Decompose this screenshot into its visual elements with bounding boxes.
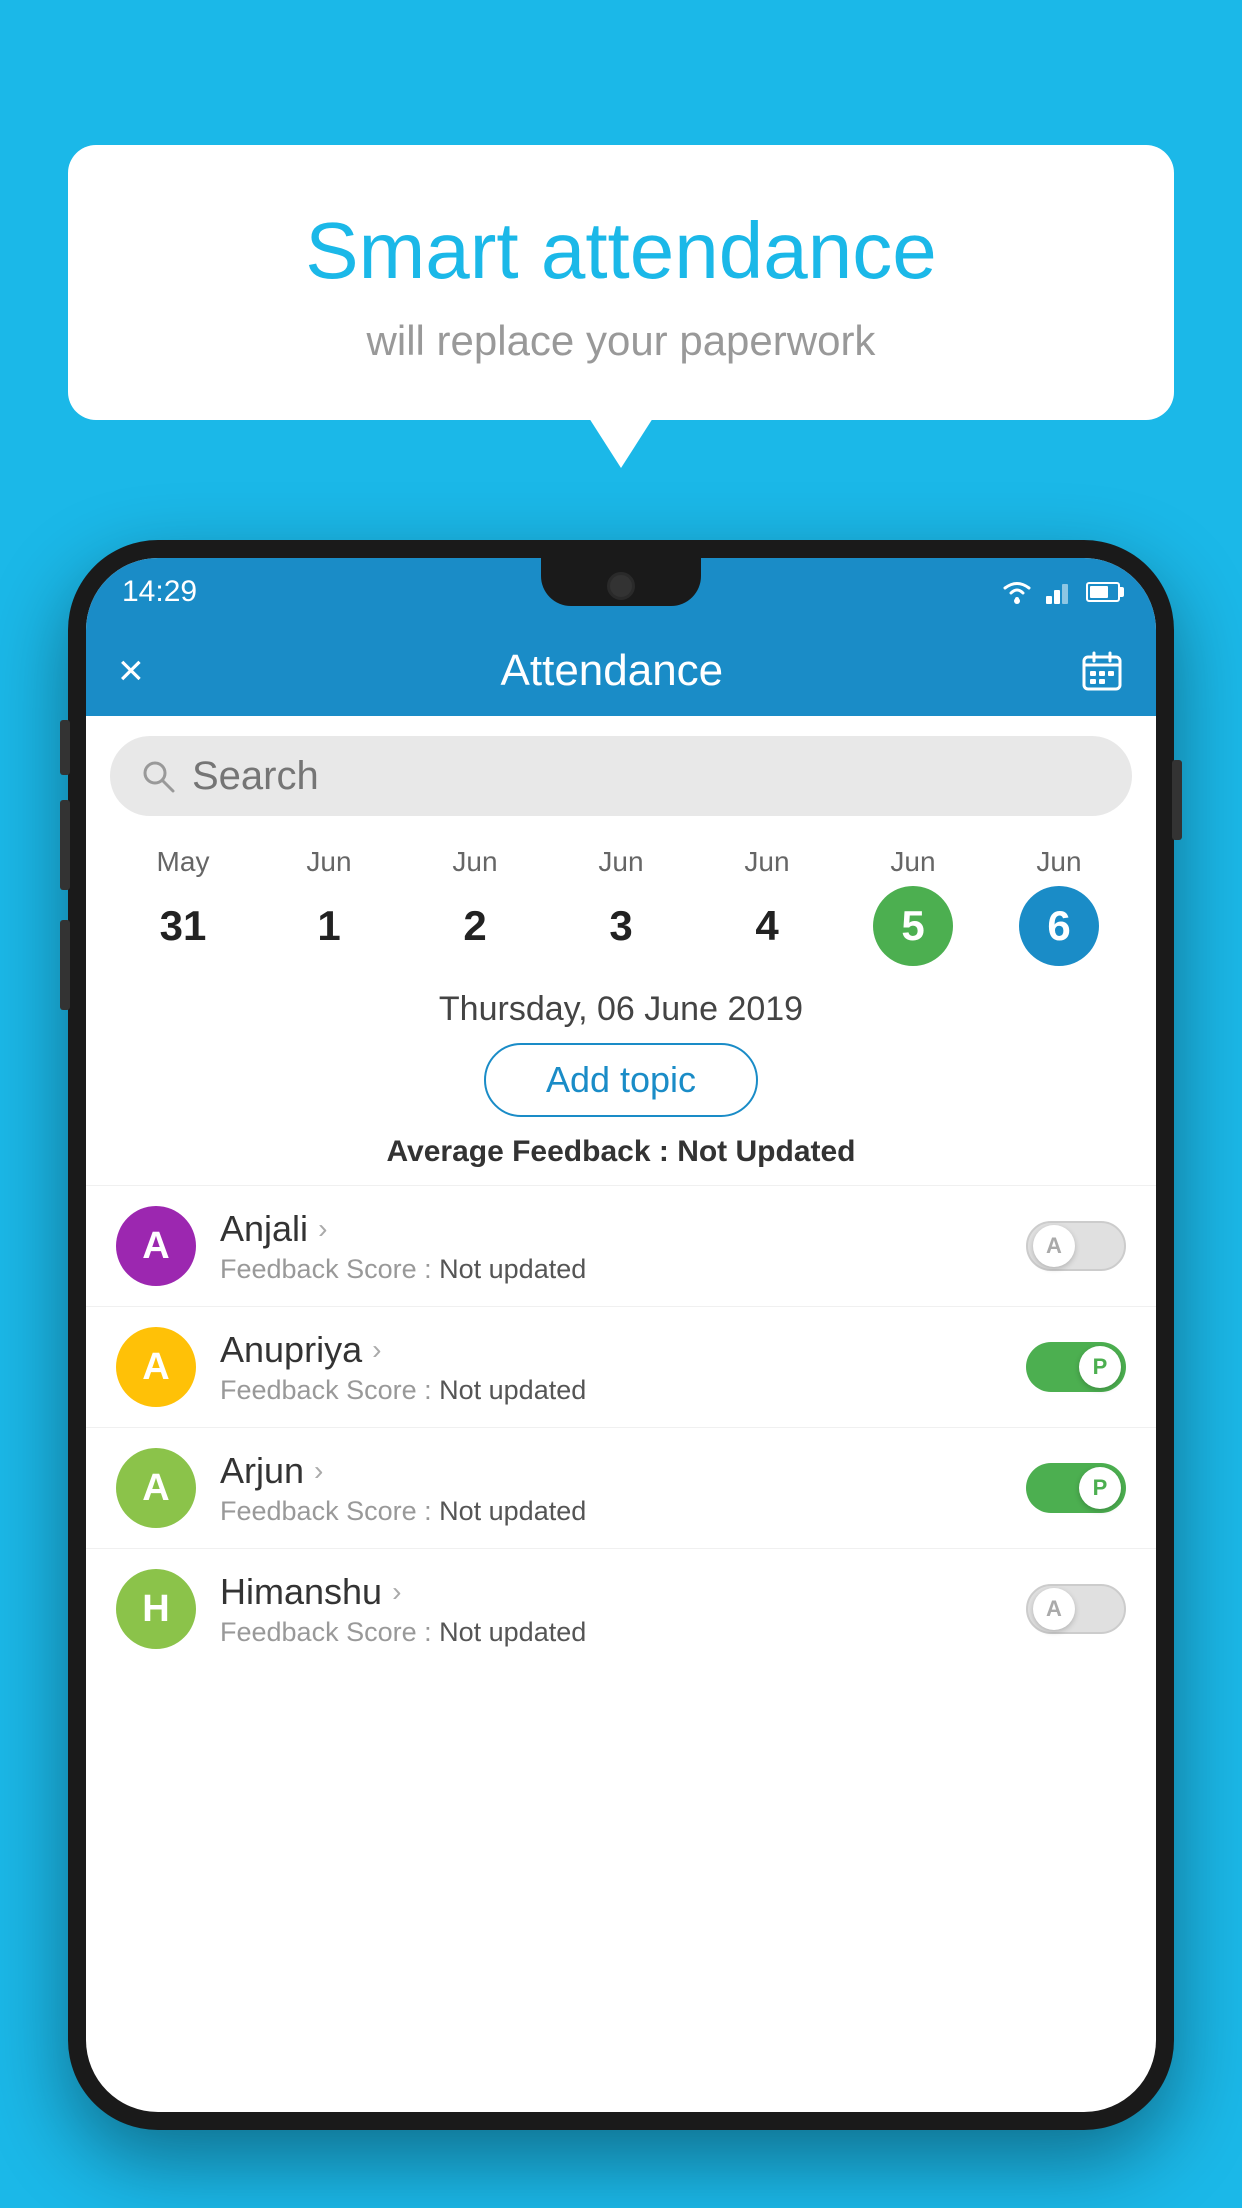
student-name: Himanshu › [220,1571,1002,1613]
chevron-right-icon: › [318,1213,327,1245]
close-button[interactable]: × [118,646,144,696]
search-input[interactable] [192,754,1102,799]
student-feedback: Feedback Score : Not updated [220,1496,1002,1527]
student-avatar: A [116,1448,196,1528]
toggle-knob: A [1033,1588,1075,1630]
toggle-knob: P [1079,1346,1121,1388]
calendar-date-may31[interactable]: May 31 [110,846,256,966]
phone-button-right [1172,760,1182,840]
attendance-toggle-anjali[interactable]: A [1026,1221,1126,1271]
student-info: Anupriya › Feedback Score : Not updated [220,1329,1002,1406]
toggle-knob: A [1033,1225,1075,1267]
chevron-right-icon: › [372,1334,381,1366]
selected-date-label: Thursday, 06 June 2019 [86,966,1156,1043]
status-time: 14:29 [122,575,197,609]
phone-mockup: 14:29 [68,540,1174,2208]
avg-feedback-value: Not Updated [677,1135,855,1168]
calendar-date-jun6[interactable]: Jun 6 [986,846,1132,966]
student-info: Himanshu › Feedback Score : Not updated [220,1571,1002,1648]
calendar-row: May 31 Jun 1 Jun 2 Jun 3 Jun 4 [86,836,1156,966]
calendar-date-jun1[interactable]: Jun 1 [256,846,402,966]
student-name: Anjali › [220,1208,1002,1250]
attendance-toggle-anupriya[interactable]: P [1026,1342,1126,1392]
signal-icon [1046,580,1074,604]
phone-screen: 14:29 [86,558,1156,2112]
student-item[interactable]: A Arjun › Feedback Score : Not updated P [86,1427,1156,1548]
chevron-right-icon: › [314,1455,323,1487]
search-bar[interactable] [110,736,1132,816]
calendar-date-jun4[interactable]: Jun 4 [694,846,840,966]
calendar-date-jun2[interactable]: Jun 2 [402,846,548,966]
toggle-knob: P [1079,1467,1121,1509]
avg-feedback-label: Average Feedback : [386,1135,668,1168]
calendar-icon[interactable] [1080,649,1124,693]
status-icons [1000,579,1120,605]
attendance-toggle-arjun[interactable]: P [1026,1463,1126,1513]
speech-bubble-title: Smart attendance [118,205,1124,297]
speech-bubble: Smart attendance will replace your paper… [68,145,1174,420]
calendar-date-jun3[interactable]: Jun 3 [548,846,694,966]
phone-outer: 14:29 [68,540,1174,2130]
student-item[interactable]: A Anupriya › Feedback Score : Not update… [86,1306,1156,1427]
speech-bubble-container: Smart attendance will replace your paper… [68,145,1174,420]
student-list: A Anjali › Feedback Score : Not updated … [86,1185,1156,1669]
student-info: Anjali › Feedback Score : Not updated [220,1208,1002,1285]
student-info: Arjun › Feedback Score : Not updated [220,1450,1002,1527]
attendance-toggle-himanshu[interactable]: A [1026,1584,1126,1634]
student-name: Arjun › [220,1450,1002,1492]
app-header: × Attendance [86,626,1156,716]
student-item[interactable]: A Anjali › Feedback Score : Not updated … [86,1185,1156,1306]
chevron-right-icon: › [392,1576,401,1608]
student-item[interactable]: H Himanshu › Feedback Score : Not update… [86,1548,1156,1669]
wifi-icon [1000,579,1034,605]
student-name: Anupriya › [220,1329,1002,1371]
phone-notch [541,558,701,606]
phone-button-left2 [60,800,70,890]
phone-camera [607,572,635,600]
speech-bubble-subtitle: will replace your paperwork [118,317,1124,365]
header-title: Attendance [501,646,724,696]
battery-icon [1086,582,1120,602]
search-icon [140,758,176,794]
student-avatar: A [116,1206,196,1286]
phone-button-left3 [60,920,70,1010]
add-topic-button[interactable]: Add topic [484,1043,758,1117]
student-feedback: Feedback Score : Not updated [220,1254,1002,1285]
average-feedback: Average Feedback : Not Updated [86,1135,1156,1185]
student-feedback: Feedback Score : Not updated [220,1375,1002,1406]
student-avatar: H [116,1569,196,1649]
student-avatar: A [116,1327,196,1407]
calendar-date-jun5[interactable]: Jun 5 [840,846,986,966]
student-feedback: Feedback Score : Not updated [220,1617,1002,1648]
phone-button-left1 [60,720,70,775]
